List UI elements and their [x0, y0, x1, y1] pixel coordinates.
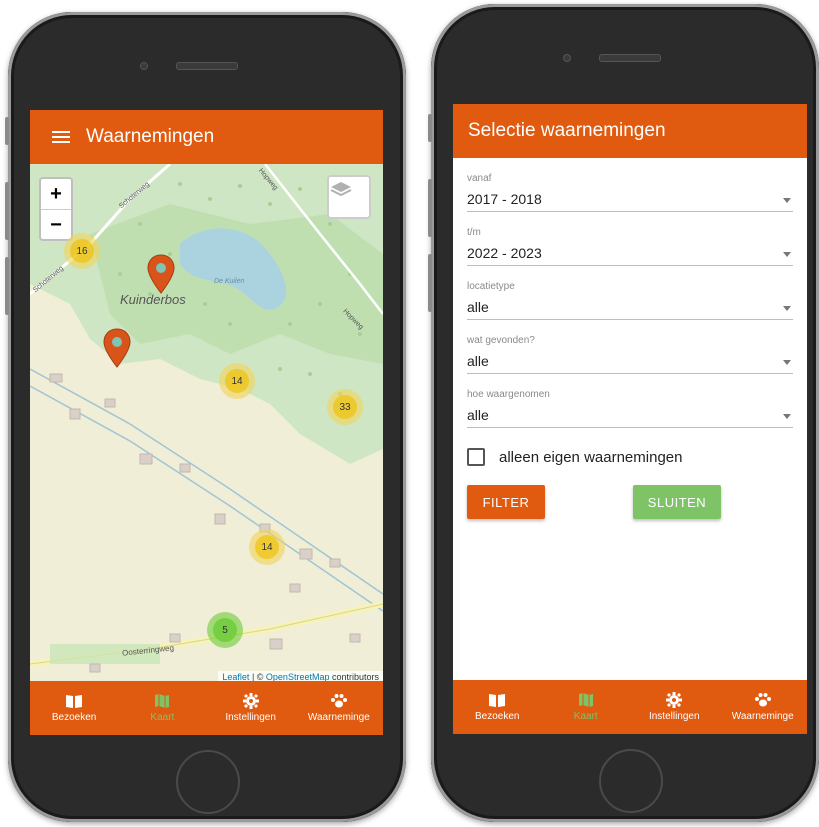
- earpiece-speaker: [599, 54, 661, 62]
- checkbox-label: alleen eigen waarnemingen: [499, 448, 683, 466]
- select-locatietype[interactable]: locatietype alle: [467, 266, 793, 320]
- field-value: 2022 - 2023: [467, 245, 542, 261]
- map-marker-icon[interactable]: [103, 328, 131, 368]
- zoom-in-button[interactable]: +: [41, 179, 71, 209]
- zoom-control: + −: [39, 177, 73, 241]
- paw-icon: [330, 694, 347, 708]
- field-value: alle: [467, 299, 489, 315]
- filter-button[interactable]: FILTER: [467, 485, 545, 519]
- marker-cluster[interactable]: 14: [249, 529, 285, 565]
- volume-down-button: [428, 254, 432, 312]
- map-icon: [155, 694, 170, 708]
- nav-kaart[interactable]: Kaart: [542, 680, 631, 734]
- map-icon: [578, 693, 593, 707]
- app-bar: Selectie waarnemingen: [453, 104, 807, 158]
- zoom-out-button[interactable]: −: [41, 209, 71, 240]
- field-label: wat gevonden?: [467, 335, 535, 346]
- paw-icon: [754, 693, 771, 707]
- volume-up-button: [5, 182, 9, 240]
- gear-icon: [666, 692, 683, 708]
- select-hoe-waargenomen[interactable]: hoe waargenomen alle: [467, 374, 793, 428]
- home-button[interactable]: [599, 749, 663, 813]
- dropdown-arrow-icon: [783, 414, 791, 419]
- select-tm[interactable]: t/m 2022 - 2023: [467, 212, 793, 266]
- field-label: vanaf: [467, 173, 492, 184]
- filter-form: vanaf 2017 - 2018 t/m 2022 - 2023 locati…: [467, 158, 793, 428]
- nav-waarnemingen[interactable]: Waarneminge: [719, 680, 808, 734]
- screen-filter: Selectie waarnemingen vanaf 2017 - 2018 …: [453, 104, 807, 734]
- own-observations-checkbox-row[interactable]: alleen eigen waarnemingen: [467, 448, 682, 466]
- field-value: alle: [467, 353, 489, 369]
- own-observations-checkbox[interactable]: [467, 448, 485, 466]
- phone-right: Selectie waarnemingen vanaf 2017 - 2018 …: [428, 4, 819, 822]
- map-label-kuinderbos: Kuinderbos: [120, 292, 186, 307]
- app-bar: Waarnemingen: [30, 110, 383, 164]
- select-vanaf[interactable]: vanaf 2017 - 2018: [467, 158, 793, 212]
- map-marker-icon[interactable]: [147, 254, 175, 294]
- front-camera: [563, 54, 571, 62]
- bottom-navigation: Bezoeken Kaart Instellingen Waarneminge: [453, 680, 807, 734]
- marker-cluster[interactable]: 33: [327, 389, 363, 425]
- mute-switch: [428, 114, 432, 142]
- page-title: Selectie waarnemingen: [468, 120, 666, 141]
- nav-bezoeken[interactable]: Bezoeken: [453, 680, 542, 734]
- layers-button[interactable]: [327, 175, 371, 219]
- marker-cluster[interactable]: 14: [219, 363, 255, 399]
- gear-icon: [242, 693, 259, 709]
- dropdown-arrow-icon: [783, 198, 791, 203]
- book-icon: [489, 694, 506, 707]
- nav-waarnemingen[interactable]: Waarneminge: [295, 681, 383, 735]
- screen-map: Waarnemingen Kuinderbos De Kuilen Ooster…: [30, 110, 383, 735]
- nav-kaart[interactable]: Kaart: [118, 681, 206, 735]
- layers-icon: [330, 182, 352, 197]
- bottom-navigation: Bezoeken Kaart Instellingen Waarneminge: [30, 681, 383, 735]
- dropdown-arrow-icon: [783, 252, 791, 257]
- field-label: hoe waargenomen: [467, 389, 550, 400]
- select-wat-gevonden[interactable]: wat gevonden? alle: [467, 320, 793, 374]
- book-icon: [66, 695, 83, 708]
- home-button[interactable]: [176, 750, 240, 814]
- nav-instellingen[interactable]: Instellingen: [630, 680, 719, 734]
- earpiece-speaker: [176, 62, 238, 70]
- volume-up-button: [428, 179, 432, 237]
- mute-switch: [5, 117, 9, 145]
- map-view[interactable]: Kuinderbos De Kuilen Oosterringweg Schot…: [30, 164, 383, 683]
- phone-left: Waarnemingen Kuinderbos De Kuilen Ooster…: [5, 12, 406, 822]
- dropdown-arrow-icon: [783, 306, 791, 311]
- field-value: alle: [467, 407, 489, 423]
- dropdown-arrow-icon: [783, 360, 791, 365]
- nav-bezoeken[interactable]: Bezoeken: [30, 681, 118, 735]
- marker-cluster[interactable]: 16: [64, 233, 100, 269]
- marker-cluster[interactable]: 5: [207, 612, 243, 648]
- front-camera: [140, 62, 148, 70]
- field-label: t/m: [467, 227, 481, 238]
- volume-down-button: [5, 257, 9, 315]
- close-button[interactable]: SLUITEN: [633, 485, 721, 519]
- page-title: Waarnemingen: [86, 126, 215, 147]
- menu-icon[interactable]: [52, 128, 70, 146]
- map-label-de-kuilen: De Kuilen: [214, 278, 245, 285]
- nav-instellingen[interactable]: Instellingen: [207, 681, 295, 735]
- field-label: locatietype: [467, 281, 515, 292]
- field-value: 2017 - 2018: [467, 191, 542, 207]
